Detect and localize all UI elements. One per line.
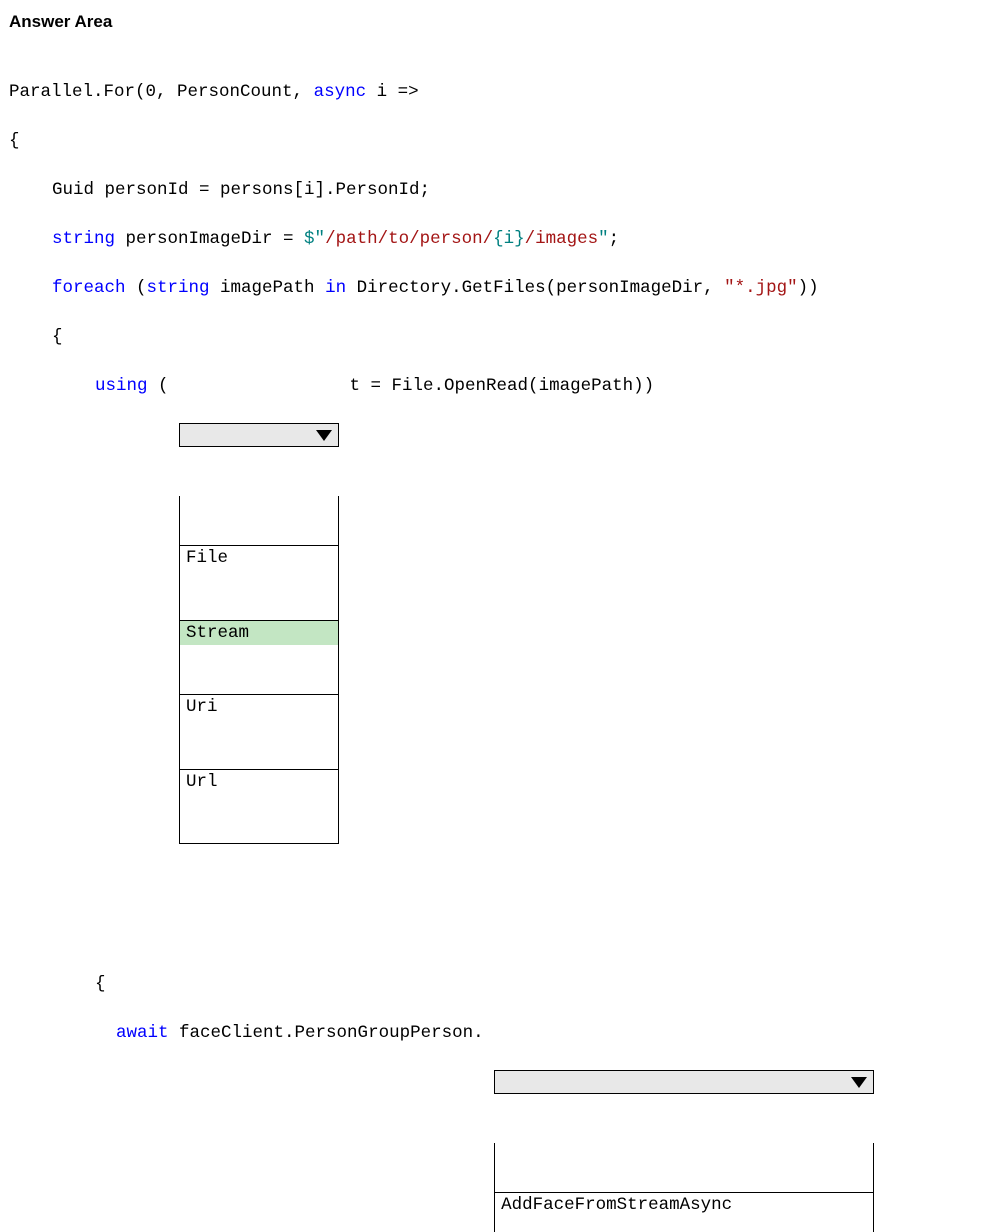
code-line: Parallel.For(0, PersonCount, async i => (9, 80, 990, 105)
dropdown-1[interactable]: File Stream Uri Url (179, 374, 339, 893)
text: Parallel.For(0, PersonCount, (9, 82, 314, 102)
dropdown-option[interactable]: Uri (180, 694, 338, 720)
string-marker: $" (304, 229, 325, 249)
code-line: Guid personId = persons[i].PersonId; (9, 178, 990, 203)
text (95, 1023, 116, 1043)
text: i => (366, 82, 419, 102)
keyword: in (325, 278, 346, 298)
keyword: async (314, 82, 367, 102)
code-line: { (9, 129, 990, 154)
text: ; (609, 229, 620, 249)
code-text: t = File.OpenRead(imagePath)) (339, 374, 654, 399)
answer-area-header: Answer Area (9, 10, 990, 34)
string-interp: {i} (493, 229, 525, 249)
code-line: { (9, 325, 990, 350)
code-text: await faceClient.PersonGroupPerson. (95, 1021, 494, 1046)
keyword: foreach (52, 278, 126, 298)
dropdown-option[interactable]: AddFaceFromStreamAsync (495, 1192, 873, 1218)
string-marker: " (598, 229, 609, 249)
text: ( (148, 376, 180, 396)
text: faceClient.PersonGroupPerson. (169, 1023, 495, 1043)
code-line-dropdown: await faceClient.PersonGroupPerson. AddF… (9, 1021, 990, 1232)
text: imagePath (210, 278, 326, 298)
dropdown-2[interactable]: AddFaceFromStreamAsync AddFaceFromUrlAsy… (494, 1021, 874, 1232)
dropdown-option[interactable]: Url (180, 769, 338, 795)
string: /images (525, 229, 599, 249)
code-line-dropdown: using ( File Stream Uri Url t = File.Ope… (9, 374, 990, 893)
string: /path/to/person/ (325, 229, 493, 249)
text: personImageDir = (115, 229, 304, 249)
dropdown-head[interactable] (494, 1070, 874, 1094)
text: Directory.GetFiles(personImageDir, (346, 278, 724, 298)
text: ( (126, 278, 147, 298)
keyword: using (95, 376, 148, 396)
string: "*.jpg" (724, 278, 798, 298)
dropdown-list: File Stream Uri Url (179, 496, 339, 844)
keyword: string (52, 229, 115, 249)
dropdown-option[interactable]: File (180, 545, 338, 571)
code-line: { (9, 972, 990, 997)
code-text: using ( (95, 374, 179, 399)
text: )) (798, 278, 819, 298)
dropdown-option[interactable]: Stream (180, 620, 338, 646)
code-line: foreach (string imagePath in Directory.G… (9, 276, 990, 301)
chevron-down-icon (316, 430, 332, 441)
dropdown-list: AddFaceFromStreamAsync AddFaceFromUrlAsy… (494, 1143, 874, 1232)
keyword: string (147, 278, 210, 298)
code-block: Parallel.For(0, PersonCount, async i => … (9, 56, 990, 1232)
code-line: string personImageDir = $"/path/to/perso… (9, 227, 990, 252)
keyword: await (116, 1023, 169, 1043)
dropdown-head[interactable] (179, 423, 339, 447)
chevron-down-icon (851, 1077, 867, 1088)
